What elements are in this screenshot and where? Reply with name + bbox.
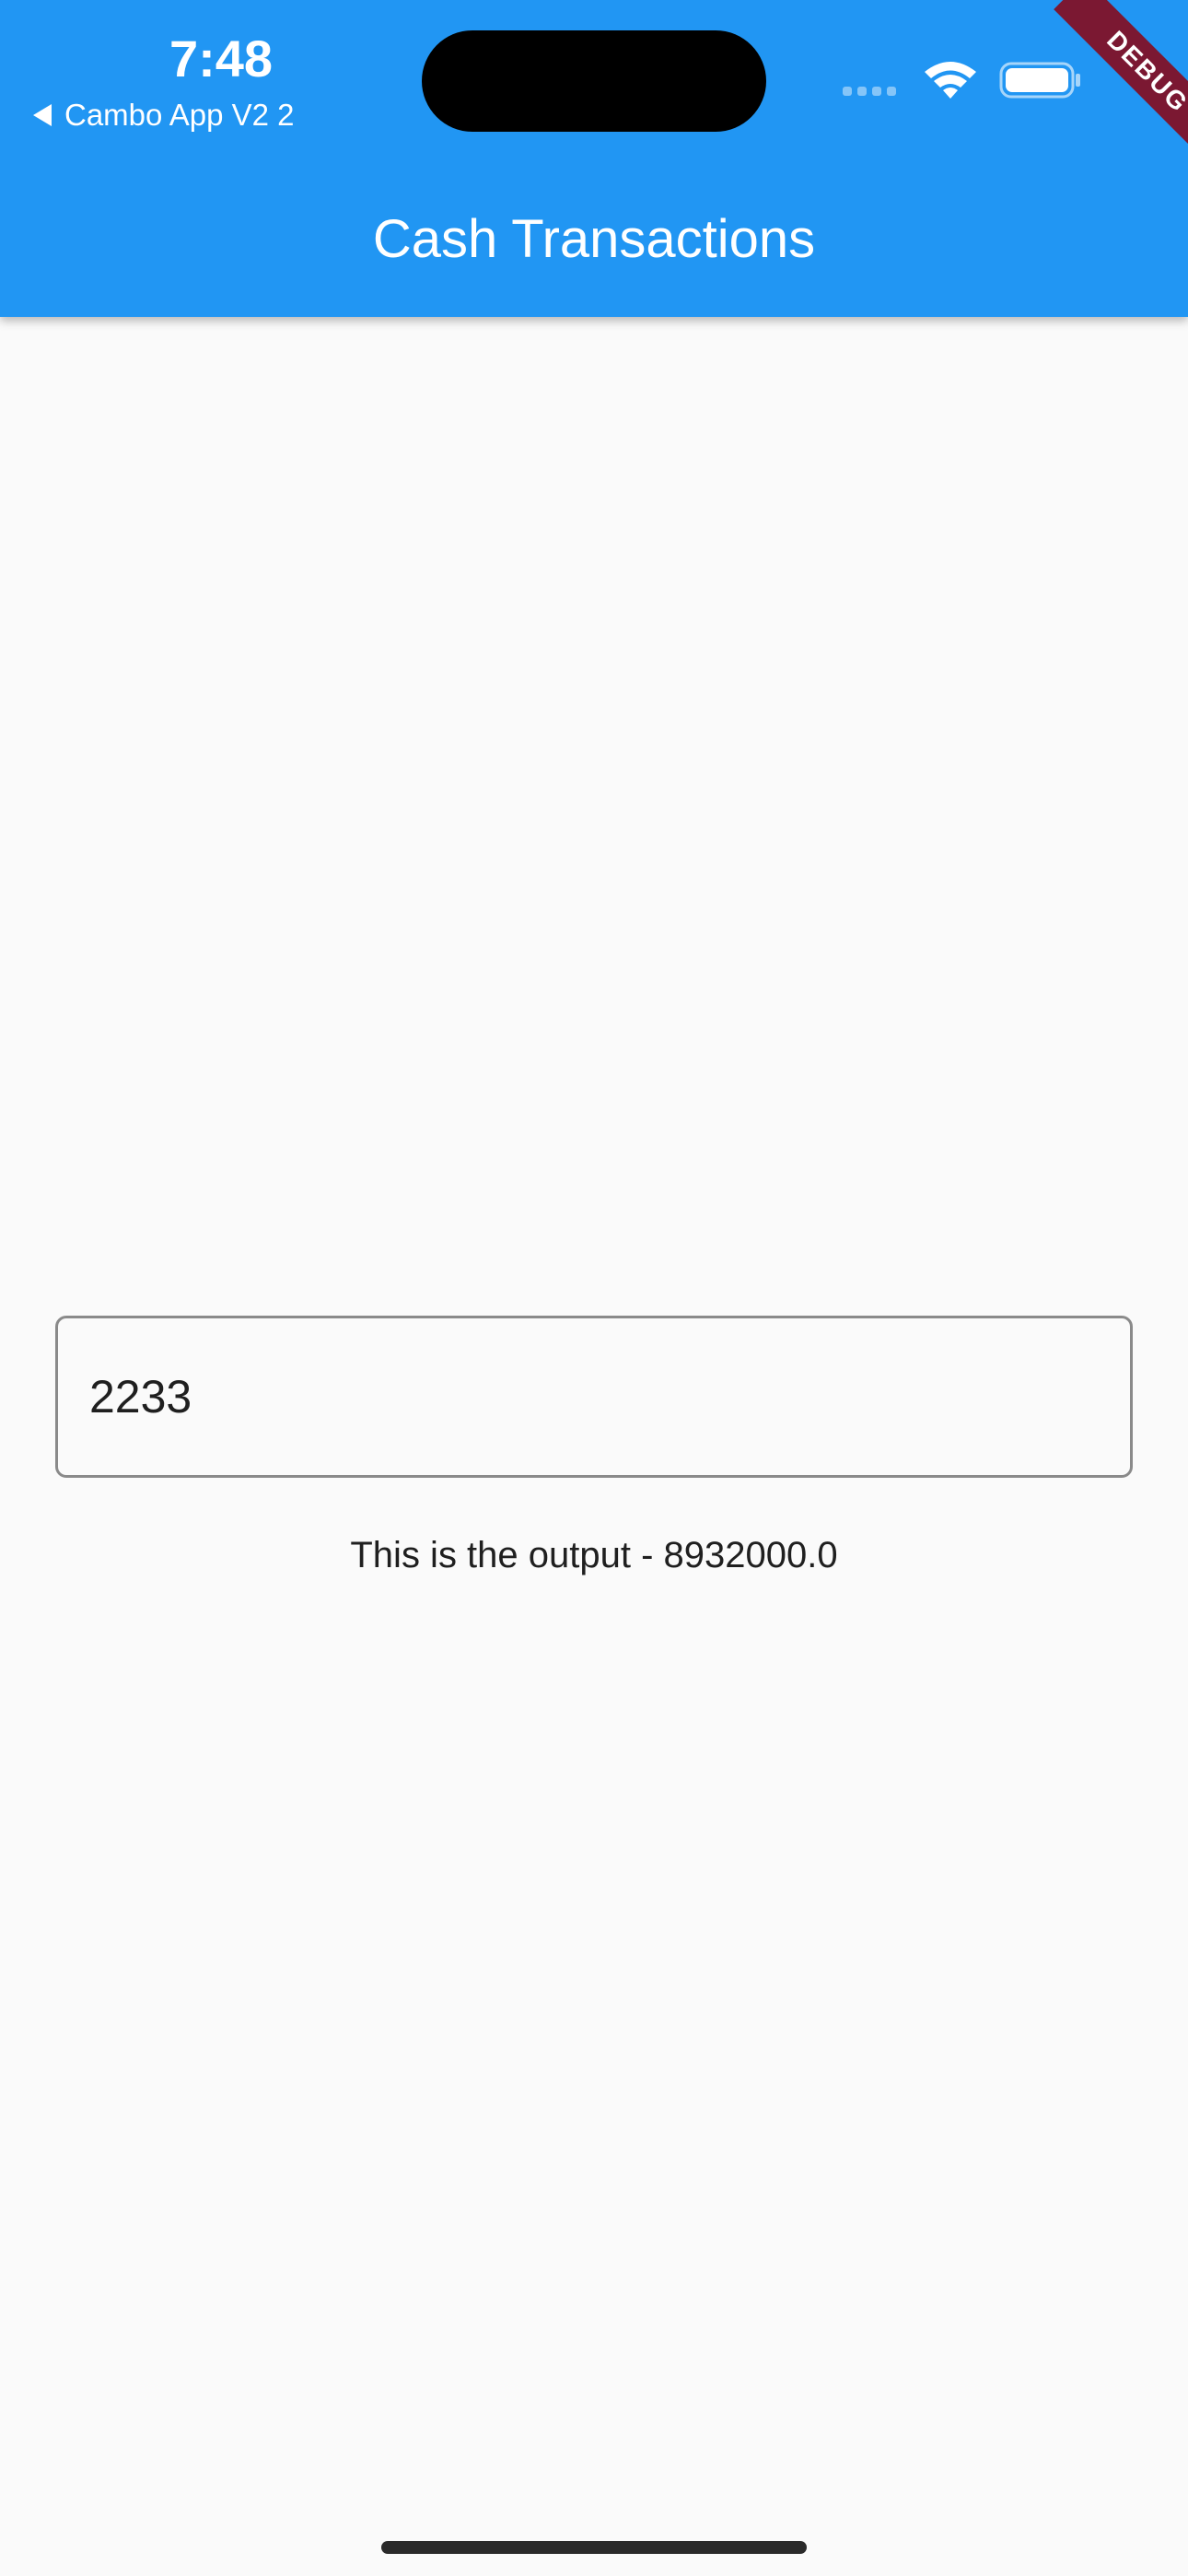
dynamic-island bbox=[422, 30, 766, 132]
status-time: 7:48 bbox=[169, 29, 274, 88]
back-to-app-button[interactable]: Cambo App V2 2 bbox=[33, 92, 295, 138]
debug-label: DEBUG bbox=[1054, 0, 1188, 166]
app-bar: 7:48 Cambo App V2 2 Cash Transactions bbox=[0, 0, 1188, 317]
cellular-signal-icon bbox=[843, 87, 896, 96]
debug-banner: DEBUG bbox=[1013, 0, 1188, 175]
home-indicator[interactable] bbox=[381, 2541, 807, 2554]
output-text: This is the output - 8932000.0 bbox=[350, 1535, 838, 1575]
back-triangle-icon bbox=[33, 104, 52, 126]
amount-input[interactable] bbox=[89, 1318, 1093, 1475]
amount-field[interactable] bbox=[55, 1316, 1133, 1478]
wifi-icon bbox=[925, 62, 976, 99]
back-to-app-label: Cambo App V2 2 bbox=[64, 98, 295, 132]
page-title: Cash Transactions bbox=[372, 209, 816, 269]
